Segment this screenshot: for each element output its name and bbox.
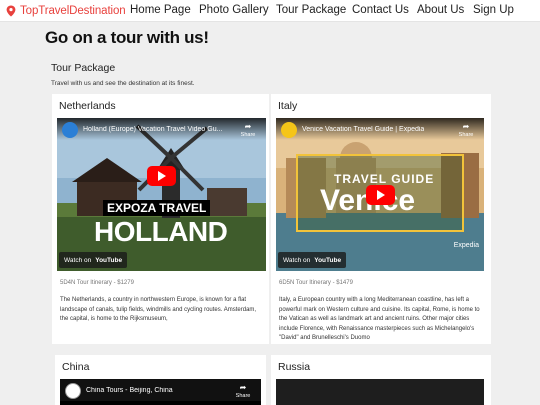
play-button[interactable] <box>147 166 176 187</box>
share-button[interactable]: ➦ Share <box>455 122 477 138</box>
nav-sign-up[interactable]: Sign Up <box>473 4 514 16</box>
watch-on-youtube-button[interactable]: Watch on YouTube <box>278 252 347 268</box>
video-title[interactable]: China Tours - Beijing, China <box>86 387 173 394</box>
nav-home-page[interactable]: Home Page <box>130 4 191 16</box>
video-player[interactable] <box>276 379 484 405</box>
nav-about-us[interactable]: About Us <box>417 4 464 16</box>
itinerary-price: 5D4N Tour Itinerary - $1279 <box>60 280 134 286</box>
share-icon: ➦ <box>239 383 247 392</box>
card-title: Netherlands <box>59 100 116 112</box>
card-title: Italy <box>278 100 298 112</box>
share-label: Share <box>235 393 251 399</box>
channel-logo[interactable] <box>62 122 78 138</box>
navbar: TopTravelDestination Home Page Photo Gal… <box>0 0 540 22</box>
card-title: China <box>62 361 90 373</box>
share-button[interactable]: ➦ Share <box>232 383 254 399</box>
tour-card-netherlands: Netherlands Holland (Europe) Vacation Tr… <box>52 94 269 344</box>
channel-logo[interactable] <box>281 122 297 138</box>
share-icon: ➦ <box>244 122 252 131</box>
nav-tour-package[interactable]: Tour Package <box>276 4 346 16</box>
brand-name: TopTravelDestination <box>20 5 126 17</box>
card-description: The Netherlands, a country in northweste… <box>60 297 257 322</box>
page-title: Go on a tour with us! <box>45 28 209 47</box>
nav-contact-us[interactable]: Contact Us <box>352 4 409 16</box>
card-title: Russia <box>278 361 311 373</box>
tour-card-italy: Italy Venice Vacation Travel Guide | Exp… <box>271 94 491 344</box>
map-pin-icon <box>6 5 16 17</box>
section-title: Tour Package <box>51 62 116 74</box>
watch-on-label: Watch on <box>64 256 92 264</box>
nav-photo-gallery[interactable]: Photo Gallery <box>199 4 269 16</box>
section-subtitle: Travel with us and see the destination a… <box>51 80 195 87</box>
thumbnail-brand-text: EXPOZA TRAVEL <box>103 200 211 216</box>
youtube-logo-icon: YouTube <box>95 256 123 264</box>
youtube-logo-icon: YouTube <box>314 256 342 264</box>
thumbnail-title-text: HOLLAND <box>94 216 228 247</box>
thumbnail-watermark: Expedia <box>453 242 479 249</box>
share-icon: ➦ <box>462 122 470 131</box>
share-label: Share <box>240 132 256 138</box>
channel-logo[interactable] <box>65 383 81 399</box>
tour-card-russia: Russia <box>271 355 491 405</box>
watch-on-label: Watch on <box>283 256 311 264</box>
card-description: Italy, a European country with a long Me… <box>279 297 480 341</box>
play-button[interactable] <box>365 184 395 205</box>
brand-link[interactable]: TopTravelDestination <box>6 3 126 19</box>
watch-on-youtube-button[interactable]: Watch on YouTube <box>59 252 128 268</box>
video-player[interactable]: Venice Vacation Travel Guide | Expedia ➦… <box>276 118 484 271</box>
video-thumbnail <box>57 118 266 271</box>
video-title[interactable]: Venice Vacation Travel Guide | Expedia <box>302 126 424 133</box>
video-player[interactable]: Holland (Europe) Vacation Travel Video G… <box>57 118 266 271</box>
itinerary-price: 6D5N Tour Itinerary - $1479 <box>279 280 353 286</box>
share-label: Share <box>458 132 474 138</box>
video-player[interactable]: China Tours - Beijing, China ➦ Share <box>60 379 261 405</box>
video-title[interactable]: Holland (Europe) Vacation Travel Video G… <box>83 126 222 133</box>
share-button[interactable]: ➦ Share <box>237 122 259 138</box>
tour-card-china: China China Tours - Beijing, China ➦ Sha… <box>55 355 266 405</box>
